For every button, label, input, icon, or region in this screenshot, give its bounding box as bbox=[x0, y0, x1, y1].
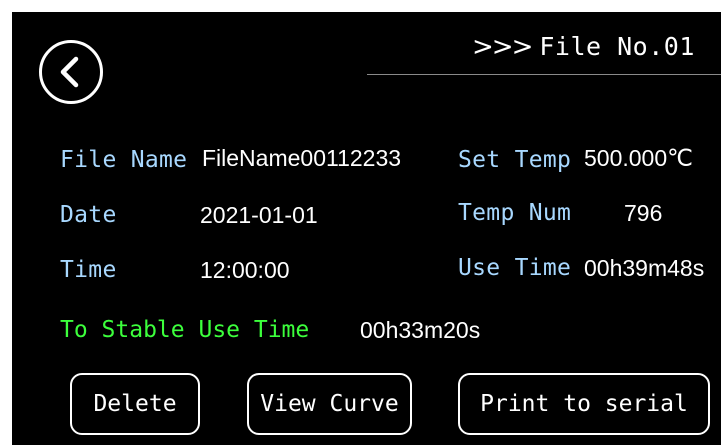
set-temp-label: Set Temp bbox=[458, 147, 572, 173]
stable-use-time-value: 00h33m20s bbox=[360, 317, 481, 343]
chevron-left-icon bbox=[60, 56, 79, 88]
time-label: Time bbox=[60, 257, 117, 283]
time-value: 12:00:00 bbox=[200, 257, 290, 283]
date-label: Date bbox=[60, 202, 117, 228]
delete-button[interactable]: Delete bbox=[70, 373, 200, 435]
temp-num-label: Temp Num bbox=[458, 200, 572, 226]
print-to-serial-button[interactable]: Print to serial bbox=[458, 373, 710, 435]
page-title: >>> File No.01 bbox=[472, 32, 695, 62]
stable-use-time-label: To Stable Use Time bbox=[60, 317, 310, 343]
date-value: 2021-01-01 bbox=[200, 202, 318, 228]
header-divider bbox=[367, 74, 721, 75]
file-name-label: File Name bbox=[60, 147, 188, 173]
use-time-value: 00h39m48s bbox=[584, 255, 705, 281]
view-curve-button[interactable]: View Curve bbox=[247, 373, 412, 435]
file-detail-screen: >>> File No.01 File Name FileName00112233… bbox=[12, 12, 721, 445]
temp-num-value: 796 bbox=[624, 200, 663, 226]
file-number-title: File No.01 bbox=[539, 32, 695, 61]
arrows-icon: >>> bbox=[472, 32, 533, 62]
file-name-value: FileName00112233 bbox=[202, 145, 402, 171]
use-time-label: Use Time bbox=[458, 255, 572, 281]
back-button[interactable] bbox=[39, 40, 103, 104]
set-temp-value: 500.000℃ bbox=[584, 145, 693, 171]
